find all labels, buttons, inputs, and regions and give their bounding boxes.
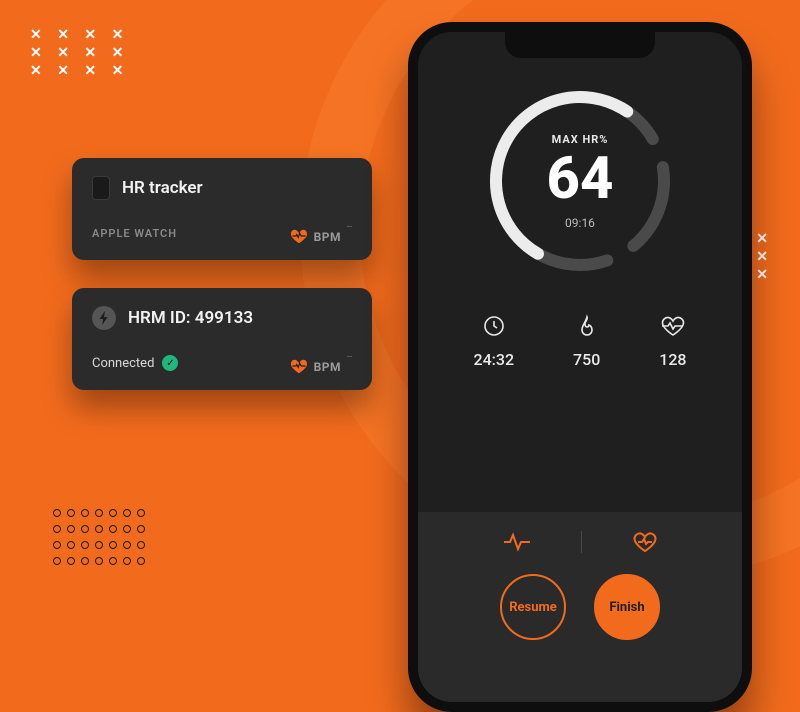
stat-calories-value: 750 xyxy=(573,350,600,369)
clock-icon xyxy=(482,314,506,338)
heart-pulse-icon xyxy=(660,314,686,338)
stat-calories: 750 xyxy=(573,314,600,369)
phone-frame: MAX HR% 64 09:16 24:32 750 128 xyxy=(408,22,752,712)
device-label: APPLE WATCH xyxy=(92,227,177,240)
heart-icon xyxy=(290,228,308,244)
decor-x-top-left: ✕ ✕ ✕ ✕ ✕ ✕ ✕ ✕ ✕ ✕ ✕ ✕ xyxy=(30,26,129,80)
card-title: HR tracker xyxy=(122,178,203,198)
dial-elapsed: 09:16 xyxy=(565,216,595,230)
activity-icon[interactable] xyxy=(503,532,531,552)
resume-button[interactable]: Resume xyxy=(500,574,566,640)
stat-bpm-value: 128 xyxy=(659,350,686,369)
watch-icon xyxy=(92,176,110,200)
check-icon: ✓ xyxy=(162,355,178,371)
phone-notch xyxy=(505,32,655,58)
bpm-value: -- xyxy=(347,352,352,362)
stat-time-value: 24:32 xyxy=(473,350,514,369)
bolt-icon xyxy=(92,306,116,330)
mode-divider xyxy=(581,531,582,553)
resume-label: Resume xyxy=(509,600,557,615)
finish-label: Finish xyxy=(609,600,644,615)
decor-circles-bottom xyxy=(50,506,148,570)
connection-status: Connected xyxy=(92,356,154,371)
dial-label: MAX HR% xyxy=(552,133,609,146)
bottom-panel: Resume Finish xyxy=(418,512,742,702)
stat-time: 24:32 xyxy=(473,314,514,369)
bpm-value: -- xyxy=(347,222,352,232)
hrm-device-card[interactable]: HRM ID: 499133 Connected ✓ BPM -- xyxy=(72,288,372,390)
card-title: HRM ID: 499133 xyxy=(128,308,253,328)
hr-tracker-card[interactable]: HR tracker APPLE WATCH BPM -- xyxy=(72,158,372,260)
dial-value: 64 xyxy=(547,150,614,208)
stat-bpm: 128 xyxy=(659,314,686,369)
bpm-label: BPM xyxy=(314,230,341,244)
bpm-label: BPM xyxy=(314,360,341,374)
heart-mode-icon[interactable] xyxy=(632,530,658,554)
heart-icon xyxy=(290,358,308,374)
finish-button[interactable]: Finish xyxy=(594,574,660,640)
flame-icon xyxy=(575,314,599,338)
hr-dial: MAX HR% 64 09:16 xyxy=(475,76,685,286)
